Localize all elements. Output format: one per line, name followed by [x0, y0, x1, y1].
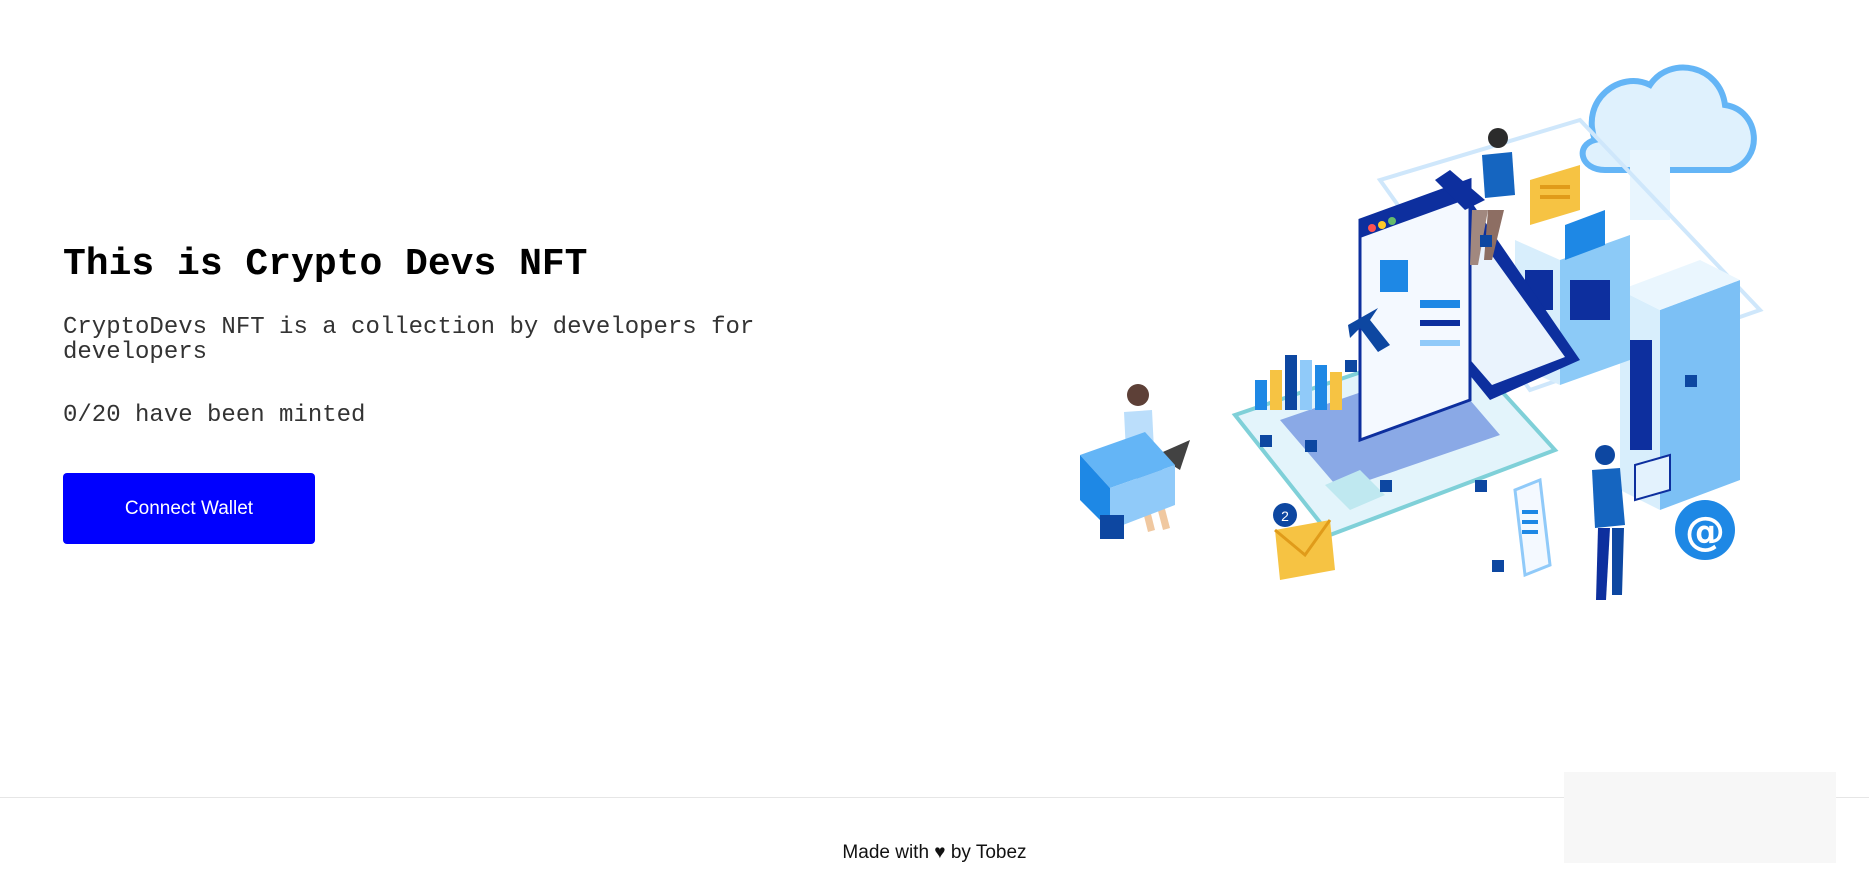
developer-woman [1080, 384, 1190, 539]
phone-icon [1513, 477, 1552, 578]
mint-status: 0/20 have been minted [63, 402, 366, 429]
isometric-developers-illustration: 2 @ [1080, 64, 1764, 600]
at-symbol: @ [1685, 509, 1725, 555]
hero-section: This is Crypto Devs NFT CryptoDevs NFT i… [0, 0, 1869, 797]
page: This is Crypto Devs NFT CryptoDevs NFT i… [0, 0, 1869, 879]
cloud-icon [1579, 64, 1757, 220]
notification-badge: 2 [1281, 508, 1289, 524]
page-title: This is Crypto Devs NFT [63, 243, 588, 286]
chat-bubble-icon [1530, 165, 1605, 260]
hero-description: CryptoDevs NFT is a collection by develo… [63, 314, 755, 366]
overlay-panel [1564, 772, 1836, 863]
at-icon: @ [1675, 500, 1735, 560]
connect-wallet-button[interactable]: Connect Wallet [63, 473, 315, 544]
hero-text: This is Crypto Devs NFT CryptoDevs NFT i… [63, 242, 783, 544]
